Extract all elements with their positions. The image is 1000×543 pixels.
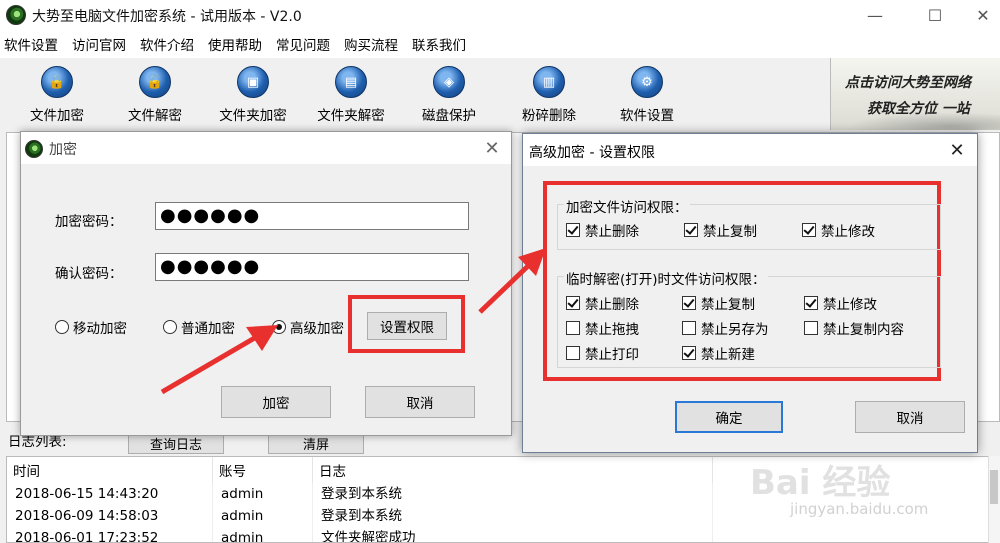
arrow-shaft (160, 333, 260, 395)
annotation-arrows (160, 248, 546, 395)
arrow-to-permissions-dialog (478, 248, 546, 314)
arrow-shaft (478, 264, 530, 314)
arrow-to-advanced-radio (160, 325, 278, 395)
